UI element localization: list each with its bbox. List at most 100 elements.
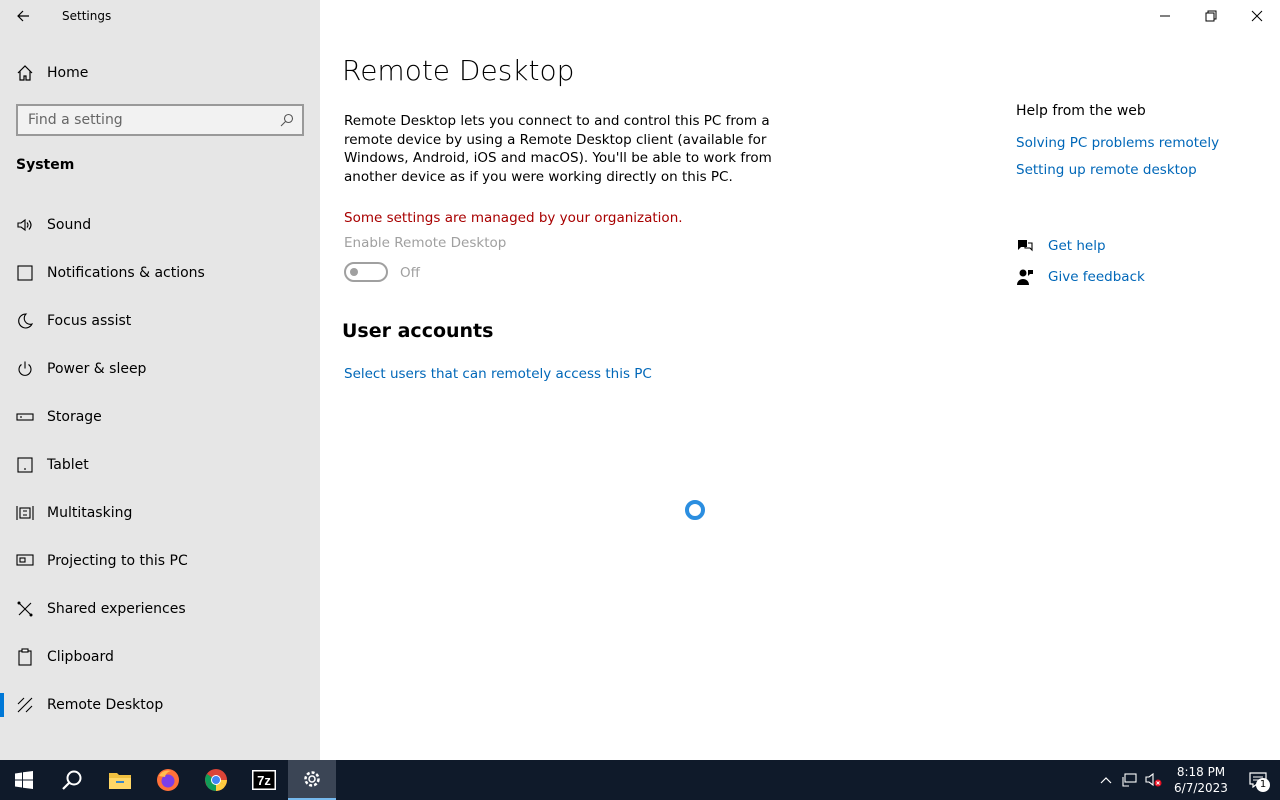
back-button[interactable]: [0, 0, 46, 32]
loading-spinner: [685, 500, 705, 520]
clock-time: 8:18 PM: [1176, 765, 1226, 779]
section-title: System: [16, 157, 75, 173]
notification-icon: [0, 264, 47, 282]
search-icon: [62, 770, 82, 790]
minimize-button[interactable]: [1142, 0, 1188, 32]
help-link-solving-problems[interactable]: Solving PC problems remotely: [1016, 135, 1276, 151]
toggle-state-text: Off: [400, 265, 420, 281]
help-actions: Get help Give feedback: [1016, 230, 1145, 292]
moon-icon: [0, 312, 47, 330]
chrome-icon: [205, 769, 227, 791]
give-feedback-link[interactable]: Give feedback: [1048, 269, 1145, 285]
storage-icon: [0, 408, 47, 426]
sidebar-item-remote-desktop[interactable]: Remote Desktop: [0, 681, 320, 729]
action-center-button[interactable]: 1: [1236, 760, 1280, 800]
settings-icon: [304, 771, 320, 787]
7zip-button[interactable]: 7z: [240, 760, 288, 800]
sidebar-item-power[interactable]: Power & sleep: [0, 345, 320, 393]
notification-count-badge: 1: [1256, 778, 1270, 792]
clock-date: 6/7/2023: [1174, 781, 1228, 795]
home-label: Home: [47, 65, 89, 81]
chrome-button[interactable]: [192, 760, 240, 800]
sidebar-item-label: Notifications & actions: [47, 265, 205, 281]
start-button[interactable]: [0, 760, 48, 800]
file-explorer-button[interactable]: [96, 760, 144, 800]
settings-taskbar-button[interactable]: [288, 760, 336, 800]
show-hidden-icons-button[interactable]: [1094, 760, 1118, 800]
sidebar-item-label: Sound: [47, 217, 92, 233]
restore-icon: [1205, 10, 1217, 22]
window-controls: [1142, 0, 1280, 32]
sidebar-item-tablet[interactable]: Tablet: [0, 441, 320, 489]
main-content: Remote Desktop Remote Desktop lets you c…: [320, 0, 1280, 760]
speaker-icon: [0, 216, 47, 234]
nav-list: Sound Notifications & actions Focus assi…: [0, 201, 320, 729]
sidebar-item-shared-experiences[interactable]: Shared experiences: [0, 585, 320, 633]
sidebar-item-label: Projecting to this PC: [47, 553, 188, 569]
sidebar-item-notifications[interactable]: Notifications & actions: [0, 249, 320, 297]
file-explorer-icon: [109, 773, 131, 789]
sidebar-item-label: Multitasking: [47, 505, 133, 521]
projector-icon: [0, 552, 47, 570]
search-input[interactable]: [28, 112, 280, 128]
taskbar: 7z 8:18 PM 6/7/2023 1: [0, 760, 1280, 800]
select-users-link[interactable]: Select users that can remotely access th…: [344, 366, 652, 382]
tablet-icon: [0, 456, 47, 474]
toggle-knob: [350, 268, 358, 276]
search-box[interactable]: [16, 104, 304, 136]
network-icon: [1122, 773, 1137, 787]
give-feedback-action[interactable]: Give feedback: [1016, 261, 1145, 292]
firefox-icon: [157, 769, 179, 791]
sidebar-item-multitasking[interactable]: Multitasking: [0, 489, 320, 537]
power-icon: [0, 360, 47, 378]
multitasking-icon: [0, 504, 47, 522]
get-help-action[interactable]: Get help: [1016, 230, 1145, 261]
minimize-icon: [1160, 15, 1170, 17]
volume-muted-icon: [1145, 772, 1162, 787]
get-help-link[interactable]: Get help: [1048, 238, 1106, 254]
system-tray: 8:18 PM 6/7/2023 1: [1094, 760, 1280, 800]
chat-help-icon: [1018, 239, 1033, 251]
sidebar-item-clipboard[interactable]: Clipboard: [0, 633, 320, 681]
remote-desktop-icon: [0, 696, 47, 714]
sidebar-item-projecting[interactable]: Projecting to this PC: [0, 537, 320, 585]
restore-button[interactable]: [1188, 0, 1234, 32]
sidebar-item-label: Tablet: [47, 457, 89, 473]
7zip-icon: 7z: [252, 770, 276, 790]
sidebar-item-label: Storage: [47, 409, 102, 425]
remote-desktop-toggle[interactable]: [344, 262, 388, 282]
help-link-setting-up[interactable]: Setting up remote desktop: [1016, 162, 1276, 178]
title-bar: Settings: [0, 0, 320, 32]
page-title: Remote Desktop: [342, 54, 575, 87]
sidebar: Settings Home System Sound Notifications…: [0, 0, 320, 760]
sidebar-item-storage[interactable]: Storage: [0, 393, 320, 441]
clipboard-icon: [0, 648, 47, 666]
back-arrow-icon: [17, 10, 29, 22]
sidebar-item-label: Clipboard: [47, 649, 114, 665]
chevron-up-icon: [1100, 777, 1112, 784]
search-icon: [280, 113, 294, 127]
user-accounts-heading: User accounts: [342, 320, 494, 342]
sidebar-item-label: Focus assist: [47, 313, 132, 329]
feedback-icon: [1017, 269, 1033, 285]
start-icon: [15, 771, 33, 789]
home-nav-item[interactable]: Home: [0, 56, 320, 90]
7zip-label: 7z: [257, 773, 271, 788]
app-title: Settings: [62, 9, 112, 23]
sidebar-item-label: Shared experiences: [47, 601, 186, 617]
volume-button[interactable]: [1142, 760, 1166, 800]
sidebar-item-focus-assist[interactable]: Focus assist: [0, 297, 320, 345]
sidebar-item-label: Remote Desktop: [47, 697, 164, 713]
network-button[interactable]: [1118, 760, 1142, 800]
close-button[interactable]: [1234, 0, 1280, 32]
remote-desktop-toggle-label: Enable Remote Desktop: [344, 235, 507, 251]
firefox-button[interactable]: [144, 760, 192, 800]
close-icon: [1251, 10, 1263, 22]
sidebar-item-sound[interactable]: Sound: [0, 201, 320, 249]
help-panel: Help from the web Solving PC problems re…: [1016, 103, 1276, 189]
description-text: Remote Desktop lets you connect to and c…: [344, 113, 772, 185]
clock[interactable]: 8:18 PM 6/7/2023: [1166, 764, 1236, 796]
taskbar-search-button[interactable]: [48, 760, 96, 800]
sidebar-item-label: Power & sleep: [47, 361, 147, 377]
help-title: Help from the web: [1016, 103, 1146, 119]
